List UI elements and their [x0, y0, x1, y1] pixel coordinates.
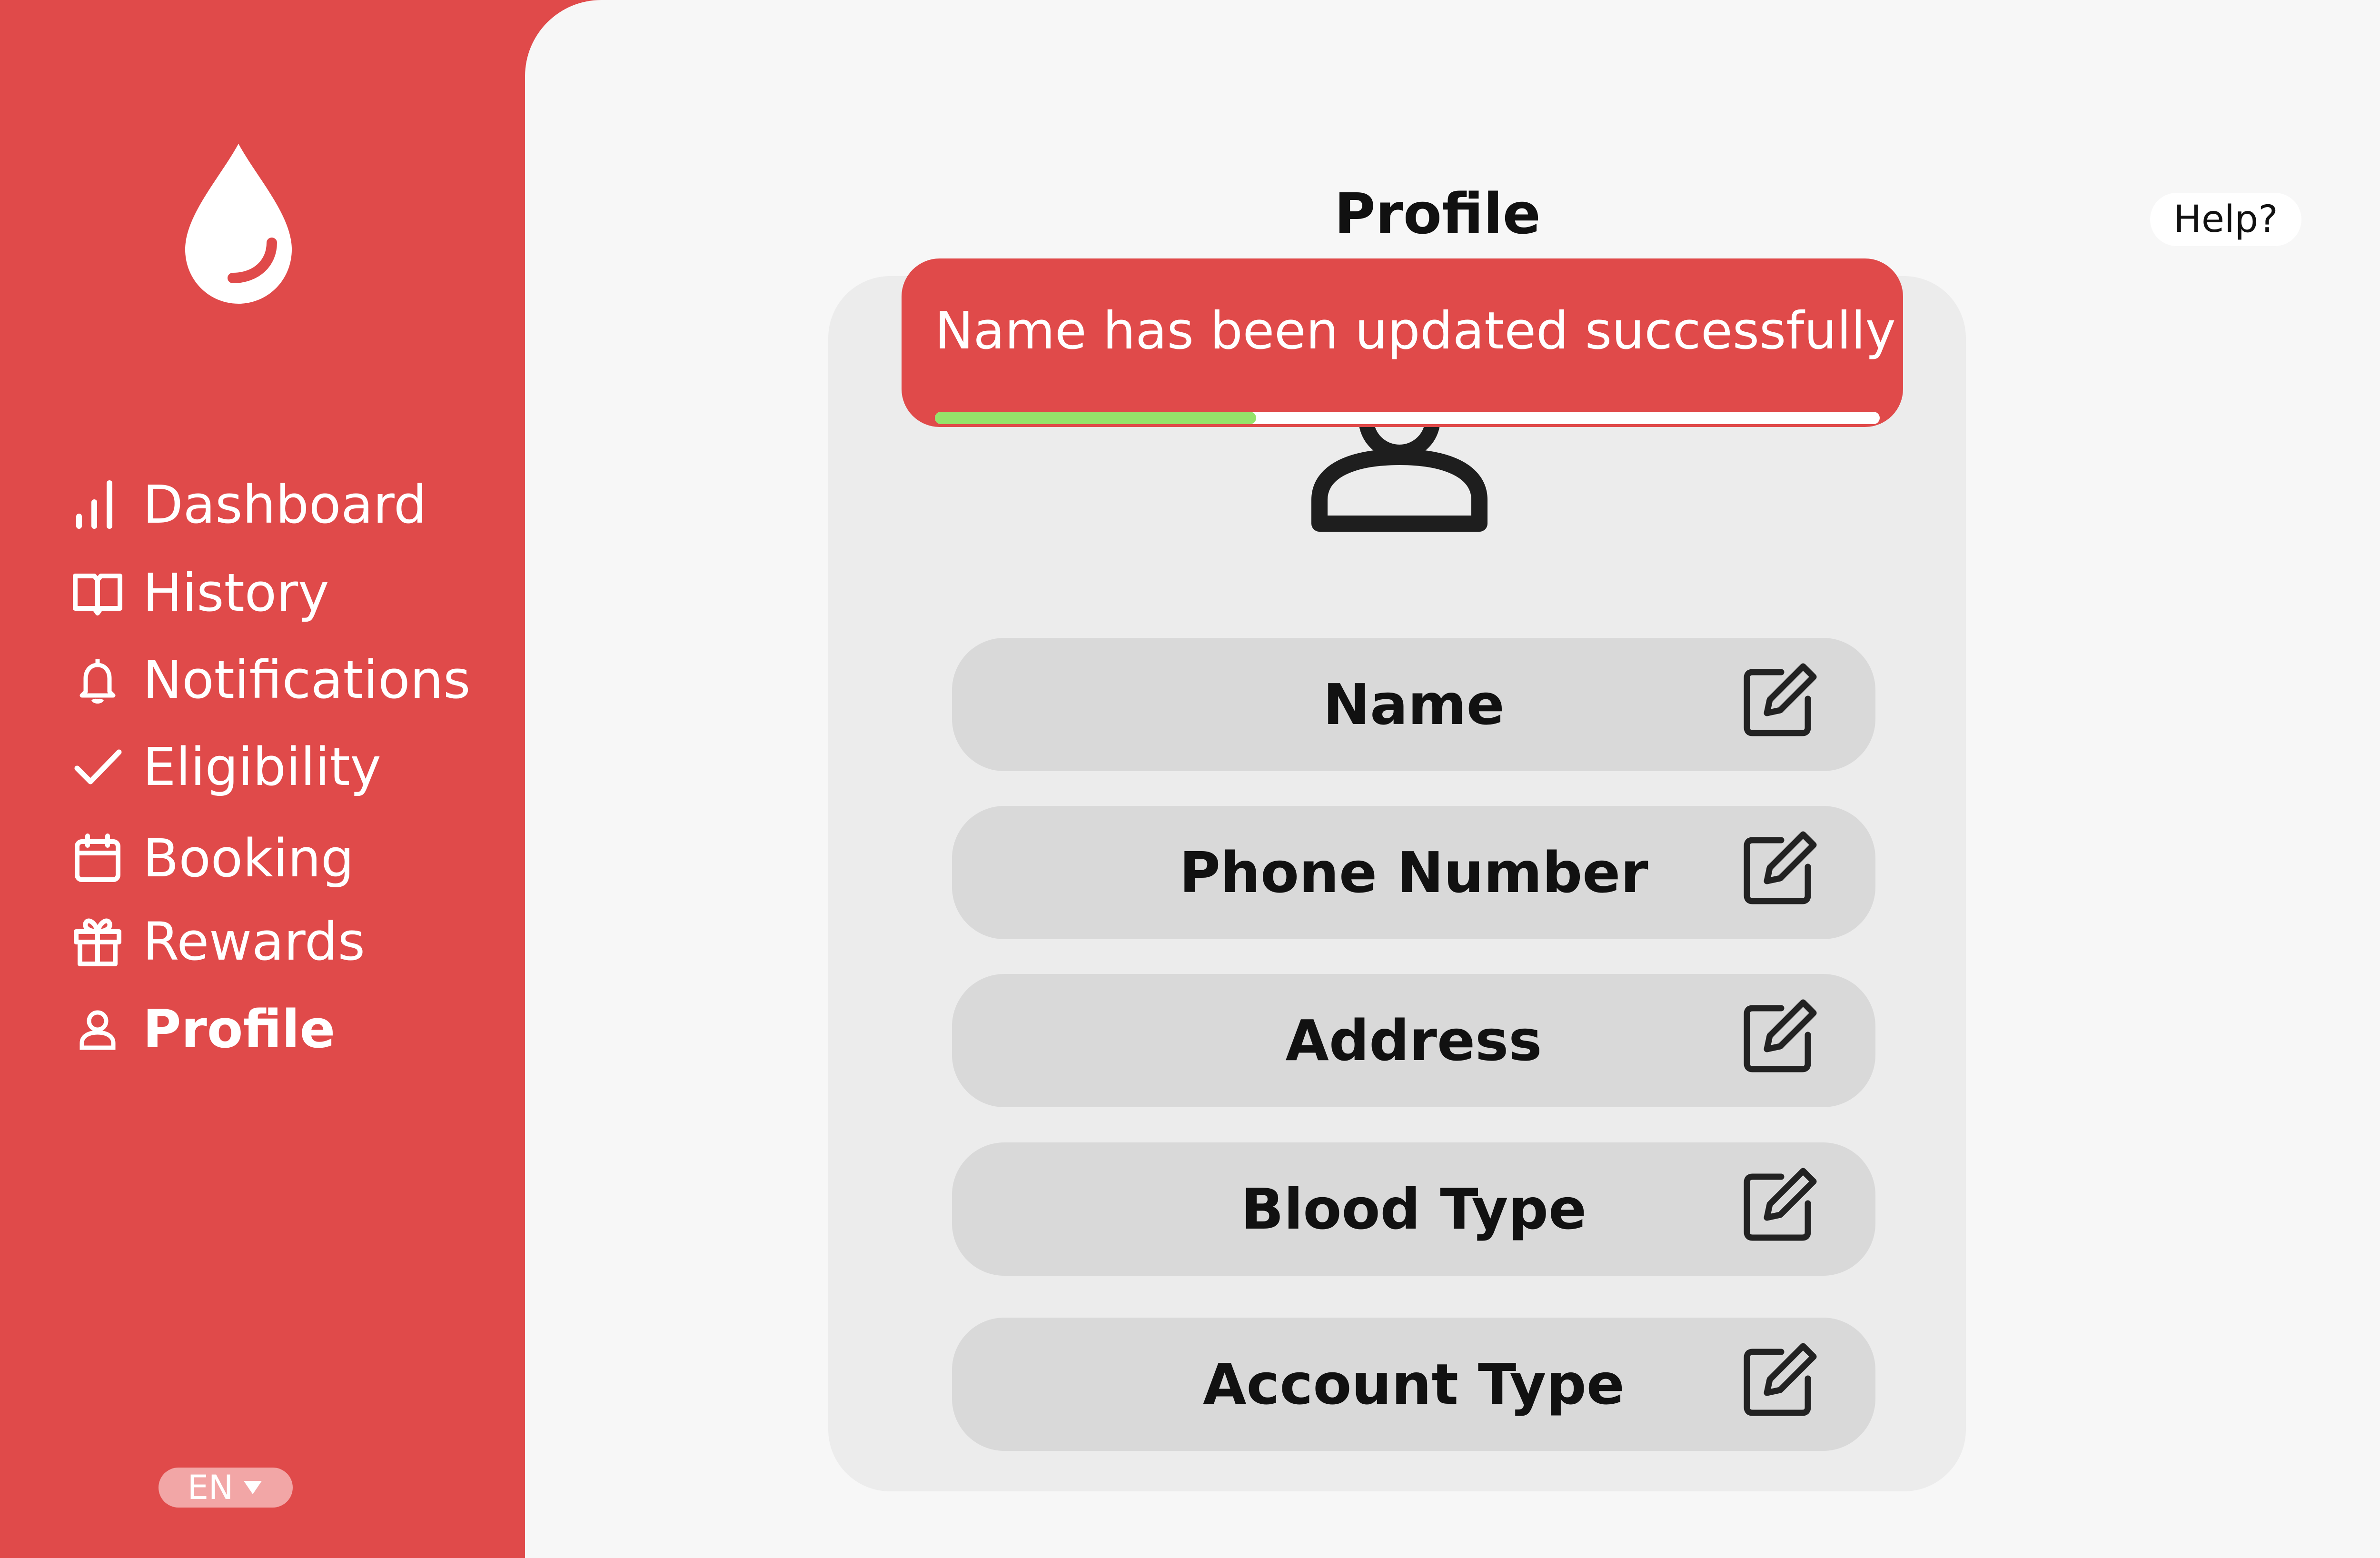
- sidebar-item-label: Booking: [143, 828, 354, 889]
- field-label: Account Type: [1203, 1351, 1625, 1417]
- field-label: Blood Type: [1241, 1176, 1587, 1242]
- sidebar-item-dashboard[interactable]: Dashboard: [71, 471, 427, 538]
- blood-drop-icon: [185, 144, 292, 304]
- caret-down-icon: [244, 1481, 262, 1494]
- toast-progress-bar: [935, 412, 1880, 424]
- field-label: Address: [1285, 1008, 1542, 1073]
- sidebar-item-notifications[interactable]: Notifications: [71, 646, 470, 713]
- field-address[interactable]: Address: [952, 974, 1875, 1107]
- field-name[interactable]: Name: [952, 638, 1875, 771]
- check-icon: [71, 741, 124, 793]
- sidebar: Dashboard History Notifications Eligibil…: [0, 0, 552, 1558]
- sidebar-item-profile[interactable]: Profile: [71, 996, 335, 1062]
- user-icon: [71, 1003, 124, 1055]
- calendar-icon: [71, 832, 124, 884]
- sidebar-item-label: Rewards: [143, 911, 365, 972]
- toast-progress-fill: [935, 412, 1256, 424]
- sidebar-item-history[interactable]: History: [71, 559, 329, 626]
- language-selector[interactable]: EN: [159, 1468, 293, 1508]
- sidebar-item-label: Notifications: [143, 649, 471, 710]
- bell-icon: [71, 654, 124, 706]
- field-phone-number[interactable]: Phone Number: [952, 806, 1875, 939]
- edit-icon[interactable]: [1742, 830, 1818, 906]
- field-label: Name: [1323, 672, 1505, 737]
- edit-icon[interactable]: [1742, 662, 1818, 738]
- sidebar-item-eligibility[interactable]: Eligibility: [71, 734, 381, 800]
- sidebar-item-label: Eligibility: [143, 736, 381, 797]
- book-icon: [71, 566, 124, 619]
- field-blood-type[interactable]: Blood Type: [952, 1142, 1875, 1276]
- success-toast[interactable]: Name has been updated successfully: [902, 258, 1903, 427]
- help-button[interactable]: Help?: [2150, 193, 2301, 246]
- field-label: Phone Number: [1179, 840, 1648, 905]
- page-title: Profile: [1334, 181, 1541, 247]
- gift-icon: [71, 915, 124, 968]
- toast-message: Name has been updated successfully: [935, 301, 1896, 361]
- sidebar-item-label: Profile: [143, 999, 336, 1060]
- language-label: EN: [187, 1468, 234, 1507]
- sidebar-item-booking[interactable]: Booking: [71, 825, 354, 892]
- bar-chart-icon: [71, 478, 124, 531]
- sidebar-item-label: History: [143, 562, 329, 623]
- field-account-type[interactable]: Account Type: [952, 1318, 1875, 1451]
- sidebar-item-rewards[interactable]: Rewards: [71, 908, 365, 975]
- edit-icon[interactable]: [1742, 998, 1818, 1074]
- sidebar-item-label: Dashboard: [143, 474, 427, 535]
- edit-icon[interactable]: [1742, 1341, 1818, 1418]
- edit-icon[interactable]: [1742, 1166, 1818, 1242]
